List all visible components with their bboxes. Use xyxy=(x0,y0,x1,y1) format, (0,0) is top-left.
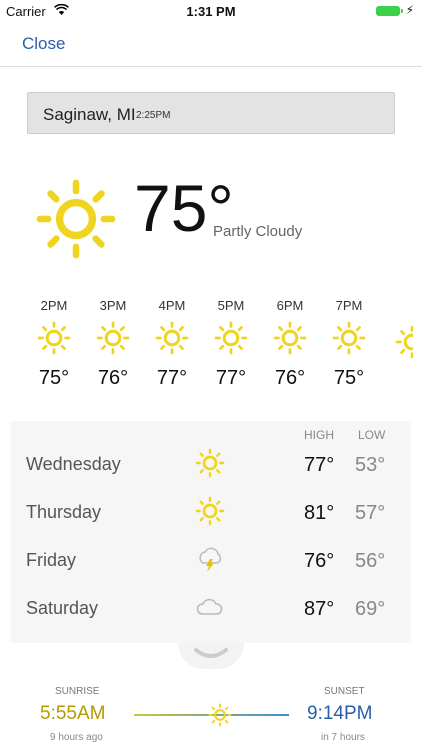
sunrise-time: 5:55AM xyxy=(40,703,106,724)
location-bar: Saginaw, MI 2:25PM xyxy=(27,92,395,134)
sunrise-relative: 9 hours ago xyxy=(50,732,103,743)
sun-icon xyxy=(155,321,189,355)
sunset-time: 9:14PM xyxy=(307,703,373,724)
sun-icon xyxy=(35,178,117,260)
sun-icon xyxy=(395,325,413,359)
day-low: 53° xyxy=(355,454,386,476)
sun-icon xyxy=(96,321,130,355)
hour-time: 5PM xyxy=(217,298,245,313)
hour-time: 2PM xyxy=(40,298,68,313)
sun-icon xyxy=(332,321,366,355)
hour-time: 3PM xyxy=(99,298,127,313)
hour-time: 4PM xyxy=(158,298,186,313)
status-bar: Carrier 1:31 PM ⚡ xyxy=(0,0,422,22)
hour-temp: 75° xyxy=(38,367,70,389)
hourly-item: 3PM 76° xyxy=(88,298,138,390)
sun-position-icon xyxy=(208,703,232,727)
cloud-icon xyxy=(196,598,223,615)
daily-row: Saturday 87° 69° xyxy=(11,586,411,634)
hourly-item: 7PM 75° xyxy=(324,298,374,390)
day-high: 77° xyxy=(304,454,335,476)
sunset-relative: in 7 hours xyxy=(321,732,365,743)
daily-row: Thursday 81° 57° xyxy=(11,490,411,538)
hourly-item-partial xyxy=(383,298,413,364)
nav-bar: Close xyxy=(0,22,422,67)
hourly-item: 6PM 76° xyxy=(265,298,315,390)
sunset-label: SUNSET xyxy=(324,686,365,697)
sun-icon xyxy=(195,496,225,526)
day-high: 87° xyxy=(304,598,335,620)
hour-time: 6PM xyxy=(276,298,304,313)
sun-icon xyxy=(273,321,307,355)
high-header: HIGH xyxy=(304,428,334,442)
sun-icon xyxy=(37,321,71,355)
battery-icon xyxy=(376,6,403,16)
close-button[interactable]: Close xyxy=(22,34,65,54)
charging-icon: ⚡ xyxy=(405,3,414,17)
hourly-item: 2PM 75° xyxy=(29,298,79,390)
day-low: 56° xyxy=(355,550,386,572)
thunderstorm-icon xyxy=(199,547,222,572)
hourly-item: 4PM 77° xyxy=(147,298,197,390)
day-name: Wednesday xyxy=(26,454,121,474)
hour-temp: 76° xyxy=(97,367,129,389)
chevron-down-icon[interactable] xyxy=(194,648,228,658)
sun-icon xyxy=(214,321,248,355)
low-header: LOW xyxy=(358,428,386,442)
hourly-item: 5PM 77° xyxy=(206,298,256,390)
day-name: Saturday xyxy=(26,598,99,618)
sun-icon xyxy=(195,448,225,478)
hour-temp: 77° xyxy=(156,367,188,389)
location-city: Saginaw, MI xyxy=(43,105,136,124)
location-time: 2:25PM xyxy=(136,110,171,121)
day-name: Thursday xyxy=(26,502,102,522)
day-low: 57° xyxy=(355,502,386,524)
daily-row: Friday 76° 56° xyxy=(11,538,411,586)
day-name: Friday xyxy=(26,550,77,570)
sun-times: SUNRISE 5:55AM 9 hours ago SUNSET 9:14PM… xyxy=(0,686,422,750)
day-high: 76° xyxy=(304,550,335,572)
sunrise-label: SUNRISE xyxy=(55,686,100,697)
daily-forecast: HIGH LOW Wednesday 77° 53° Thursday 81° … xyxy=(11,421,411,643)
day-high: 81° xyxy=(304,502,335,524)
status-time: 1:31 PM xyxy=(186,4,236,19)
hour-temp: 76° xyxy=(274,367,306,389)
hour-temp: 75° xyxy=(333,367,365,389)
day-low: 69° xyxy=(355,598,386,620)
hour-time: 7PM xyxy=(335,298,363,313)
hourly-forecast[interactable]: 2PM 75° 3PM 76° 4PM 77° 5PM 77° 6PM 76° … xyxy=(0,298,422,398)
current-condition: Partly Cloudy xyxy=(213,223,303,240)
hour-temp: 77° xyxy=(215,367,247,389)
daily-row: Wednesday 77° 53° xyxy=(11,442,411,490)
